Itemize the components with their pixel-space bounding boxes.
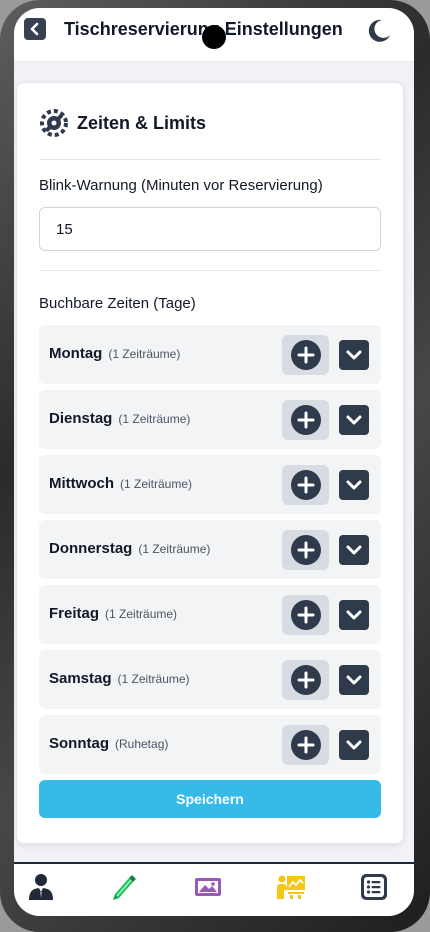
nav-item-list[interactable] — [359, 872, 389, 902]
add-period-button[interactable] — [282, 725, 329, 765]
day-periods-note: (1 Zeiträume) — [105, 607, 178, 621]
save-button[interactable]: Speichern — [39, 780, 381, 818]
section-divider — [39, 159, 381, 160]
blink-warning-input[interactable] — [39, 207, 381, 251]
plus-circle-icon — [290, 730, 321, 760]
top-bar: Tischreservierung Einstellungen — [14, 8, 414, 60]
day-name: Freitag (1 Zeiträume) — [49, 605, 178, 622]
chevron-down-icon — [346, 610, 362, 620]
day-periods-note: (1 Zeiträume) — [117, 672, 190, 686]
day-name: Mittwoch (1 Zeiträume) — [49, 475, 193, 492]
moon-icon[interactable] — [366, 18, 392, 44]
plus-circle-icon — [290, 340, 321, 370]
plus-circle-icon — [290, 535, 321, 565]
day-row-tuesday: Dienstag (1 Zeiträume) — [39, 390, 381, 449]
list-icon — [361, 874, 387, 900]
chevron-down-icon — [346, 545, 362, 555]
add-period-button[interactable] — [282, 595, 329, 635]
expand-day-button[interactable] — [339, 340, 369, 370]
nav-item-presentation[interactable] — [276, 872, 306, 902]
nav-item-gallery[interactable] — [193, 872, 223, 902]
image-icon — [195, 878, 221, 896]
nav-item-edit[interactable] — [109, 872, 139, 902]
plus-circle-icon — [290, 405, 321, 435]
expand-day-button[interactable] — [339, 535, 369, 565]
chevron-down-icon — [346, 350, 362, 360]
day-periods-note: (Ruhetag) — [115, 737, 169, 751]
day-row-sunday: Sonntag (Ruhetag) — [39, 715, 381, 774]
day-periods-note: (1 Zeiträume) — [108, 347, 181, 361]
chevron-down-icon — [346, 415, 362, 425]
camera-notch — [202, 25, 226, 49]
expand-day-button[interactable] — [339, 405, 369, 435]
section-title: Zeiten & Limits — [77, 112, 207, 133]
device-frame: Tischreservierung Einstellungen Zeiten &… — [0, 0, 430, 932]
chevron-down-icon — [346, 740, 362, 750]
bottom-nav — [14, 864, 414, 916]
plus-circle-icon — [290, 665, 321, 695]
day-row-saturday: Samstag (1 Zeiträume) — [39, 650, 381, 709]
user-tie-icon — [29, 874, 53, 900]
day-row-thursday: Donnerstag (1 Zeiträume) — [39, 520, 381, 579]
settings-card: Zeiten & Limits Blink-Warnung (Minuten v… — [16, 82, 404, 844]
chevron-left-icon — [30, 22, 39, 36]
add-period-button[interactable] — [282, 465, 329, 505]
day-periods-note: (1 Zeiträume) — [138, 542, 211, 556]
day-periods-note: (1 Zeiträume) — [120, 477, 193, 491]
day-name: Montag (1 Zeiträume) — [49, 345, 181, 362]
pen-icon — [113, 875, 136, 900]
day-name: Dienstag (1 Zeiträume) — [49, 410, 191, 427]
add-period-button[interactable] — [282, 660, 329, 700]
field-divider — [39, 270, 381, 271]
content-area: Zeiten & Limits Blink-Warnung (Minuten v… — [14, 62, 414, 862]
tools-icon — [40, 109, 68, 137]
day-row-wednesday: Mittwoch (1 Zeiträume) — [39, 455, 381, 514]
expand-day-button[interactable] — [339, 470, 369, 500]
day-row-friday: Freitag (1 Zeiträume) — [39, 585, 381, 644]
blink-warning-label: Blink-Warnung (Minuten vor Reservierung) — [39, 177, 323, 194]
day-name: Samstag (1 Zeiträume) — [49, 670, 190, 687]
day-name: Sonntag (Ruhetag) — [49, 735, 169, 752]
expand-day-button[interactable] — [339, 600, 369, 630]
chevron-down-icon — [346, 675, 362, 685]
expand-day-button[interactable] — [339, 665, 369, 695]
chevron-down-icon — [346, 480, 362, 490]
bookable-times-label: Buchbare Zeiten (Tage) — [39, 295, 196, 312]
back-button[interactable] — [24, 18, 46, 40]
day-periods-note: (1 Zeiträume) — [118, 412, 191, 426]
day-name: Donnerstag (1 Zeiträume) — [49, 540, 211, 557]
add-period-button[interactable] — [282, 530, 329, 570]
plus-circle-icon — [290, 600, 321, 630]
add-period-button[interactable] — [282, 335, 329, 375]
section-header: Zeiten & Limits — [39, 105, 206, 141]
presentation-icon — [277, 875, 305, 899]
app-screen: Tischreservierung Einstellungen Zeiten &… — [14, 8, 414, 916]
expand-day-button[interactable] — [339, 730, 369, 760]
day-row-monday: Montag (1 Zeiträume) — [39, 325, 381, 384]
nav-item-staff[interactable] — [26, 872, 56, 902]
add-period-button[interactable] — [282, 400, 329, 440]
plus-circle-icon — [290, 470, 321, 500]
